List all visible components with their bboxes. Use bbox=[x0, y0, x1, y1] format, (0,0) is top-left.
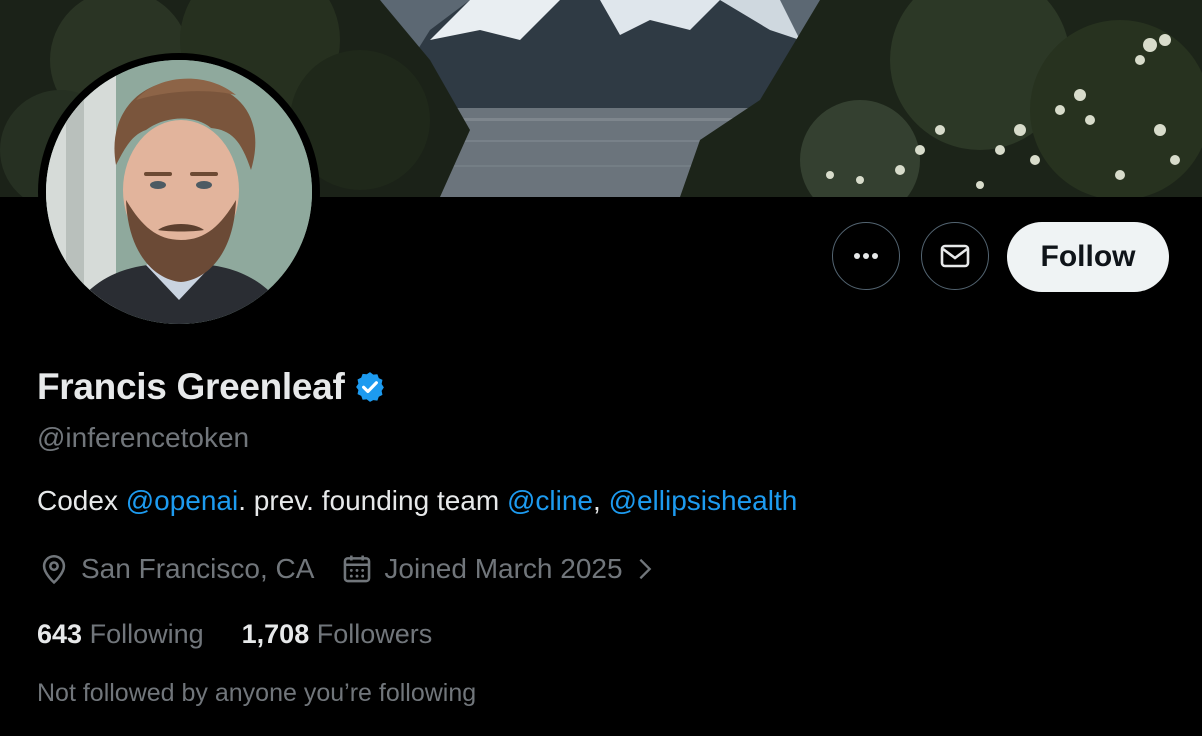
avatar[interactable] bbox=[46, 60, 312, 324]
following-link[interactable]: 643 Following bbox=[37, 619, 204, 650]
profile-meta: San Francisco, CA Joined March 2025 bbox=[37, 550, 659, 588]
calendar-icon bbox=[344, 555, 371, 583]
message-button[interactable] bbox=[921, 222, 989, 290]
more-icon bbox=[854, 253, 878, 259]
follow-button[interactable]: Follow bbox=[1007, 222, 1169, 292]
avatar-photo bbox=[46, 60, 312, 324]
location-pin-icon bbox=[42, 554, 66, 585]
verified-badge-icon[interactable] bbox=[353, 370, 387, 404]
followers-link[interactable]: 1,708 Followers bbox=[242, 619, 433, 650]
bio-text: Codex bbox=[37, 485, 126, 516]
followers-count: 1,708 bbox=[241, 619, 310, 649]
followed-by-note: Not followed by anyone you’re following bbox=[37, 679, 477, 707]
joined-date[interactable]: Joined March 2025 bbox=[340, 552, 658, 586]
profile-handle: @inferencetoken bbox=[37, 422, 250, 453]
envelope-icon bbox=[940, 244, 970, 268]
location: San Francisco, CA bbox=[37, 552, 314, 586]
following-count: 643 bbox=[37, 619, 83, 649]
profile-name-row: Francis Greenleaf bbox=[37, 366, 387, 408]
mention-link-openai[interactable]: @openai bbox=[126, 485, 239, 516]
following-label: Following bbox=[89, 619, 204, 649]
followers-label: Followers bbox=[316, 619, 433, 649]
profile-name: Francis Greenleaf bbox=[37, 366, 345, 407]
bio-text: . prev. founding team bbox=[238, 485, 507, 516]
mention-link-cline[interactable]: @cline bbox=[507, 485, 593, 516]
more-options-button[interactable] bbox=[832, 222, 900, 290]
location-text: San Francisco, CA bbox=[81, 553, 315, 584]
profile-bio: Codex @openai. prev. founding team @clin… bbox=[37, 485, 797, 517]
follow-stats: 643 Following 1,708 Followers bbox=[37, 619, 432, 650]
joined-text: Joined March 2025 bbox=[384, 553, 623, 584]
bio-text: , bbox=[593, 485, 609, 516]
mention-link-ellipsishealth[interactable]: @ellipsishealth bbox=[609, 485, 798, 516]
chevron-right-icon bbox=[639, 558, 651, 580]
